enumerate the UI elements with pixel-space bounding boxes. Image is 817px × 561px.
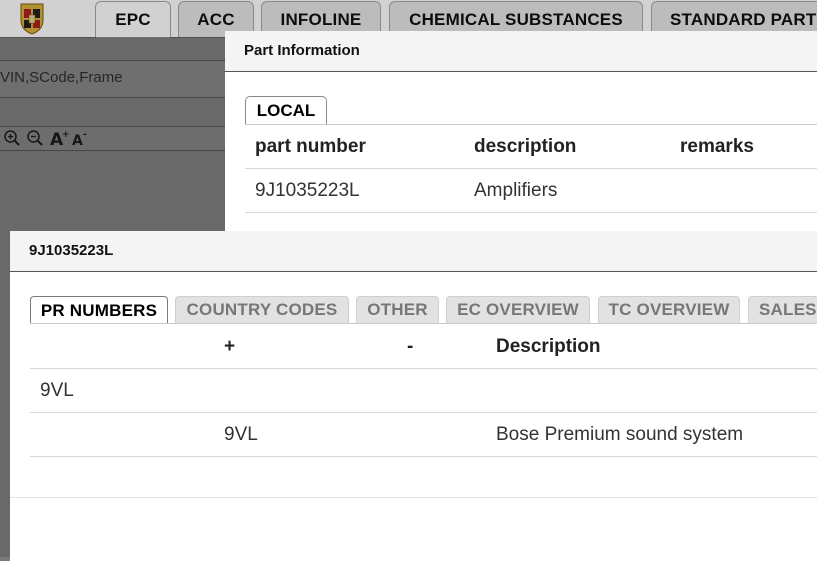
- tab-country-codes[interactable]: COUNTRY CODES: [175, 296, 349, 323]
- description-cell: Amplifiers: [474, 180, 558, 201]
- tab-ec-overview[interactable]: EC OVERVIEW: [446, 296, 590, 323]
- dialog-header: Part Information: [225, 31, 817, 72]
- dialog-title: Part Information: [244, 42, 360, 59]
- dialog-title: 9J1035223L: [29, 242, 114, 259]
- tab-local[interactable]: LOCAL: [245, 96, 327, 124]
- column-header-description: description: [474, 136, 577, 157]
- part-detail-dialog: 9J1035223L PR NUMBERS COUNTRY CODES OTHE…: [10, 231, 817, 561]
- row-divider: [30, 412, 817, 413]
- dialog-footer-divider: [10, 497, 817, 498]
- tab-tc-overview[interactable]: TC OVERVIEW: [598, 296, 740, 323]
- column-header-minus: -: [407, 336, 414, 357]
- tab-pr-numbers[interactable]: PR NUMBERS: [30, 296, 168, 324]
- header-divider: [30, 368, 817, 369]
- part-number-cell: 9J1035223L: [255, 180, 360, 201]
- column-header-remarks: remarks: [680, 136, 754, 157]
- row-divider: [245, 212, 817, 213]
- row-divider: [30, 456, 817, 457]
- tab-sales[interactable]: SALES: [748, 296, 817, 323]
- dialog-header: 9J1035223L: [10, 231, 817, 272]
- column-header-description: Description: [496, 336, 601, 357]
- column-header-part-number: part number: [255, 136, 366, 157]
- column-header-plus: +: [224, 336, 236, 357]
- tab-underline: [245, 124, 817, 125]
- pr-code-cell: 9VL: [40, 380, 74, 401]
- part-information-dialog: Part Information LOCAL part number descr…: [225, 31, 817, 231]
- plus-cell: 9VL: [224, 424, 258, 445]
- tab-underline: [30, 323, 817, 324]
- description-cell: Bose Premium sound system: [496, 424, 744, 445]
- tab-other[interactable]: OTHER: [356, 296, 439, 323]
- header-divider: [245, 168, 817, 169]
